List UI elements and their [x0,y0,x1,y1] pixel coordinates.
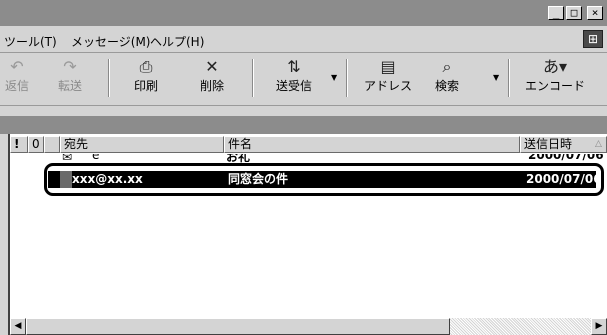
delete-button[interactable]: ✕ 削除 [190,53,234,103]
minimize-button[interactable]: _ [548,6,564,20]
sort-ascending-icon: △ [595,139,602,149]
column-flag[interactable] [44,136,60,153]
column-attachment[interactable]: 0 [28,136,44,153]
delete-label: 削除 [199,79,224,93]
send-receive-icon: ⇅ [287,57,301,76]
address-book-icon: ▤ [380,57,396,76]
column-subject[interactable]: 件名 [224,136,520,153]
address-book-button[interactable]: ▤ アドレス [360,53,416,103]
find-icon: ⌕ [442,57,452,76]
menu-message[interactable]: メッセージ(M) [71,33,150,50]
column-sent-date[interactable]: 送信日時 [520,136,607,153]
address-book-label: アドレス [363,79,412,93]
encoding-button[interactable]: あ▾ エンコード [520,53,590,103]
toolbar-separator [252,59,254,97]
send-receive-button[interactable]: ⇅ 送受信 [268,53,320,103]
reply-all-label: 返信 [4,79,29,93]
send-receive-dropdown-icon[interactable]: ▼ [331,73,337,82]
windows-logo-icon: ⊞ [583,30,603,48]
scrollbar-thumb[interactable] [26,318,450,335]
forward-icon: ↷ [63,57,77,76]
mail-icon: ✉ [62,154,73,163]
highlight-callout [44,163,604,196]
delete-icon: ✕ [205,57,219,76]
send-receive-label: 送受信 [275,79,312,93]
list-item-subject: お礼 [226,154,251,163]
menu-tools[interactable]: ツール(T) [4,33,57,50]
list-item-date: 2000/07/06 [528,154,604,162]
encoding-icon: あ▾ [542,57,568,76]
menu-help[interactable]: ヘルプ(H) [150,33,204,50]
encoding-label: エンコード [524,79,585,93]
forward-label: 転送 [57,79,82,93]
close-button[interactable]: × [587,6,603,20]
column-priority[interactable]: ! [10,136,28,153]
forward-button[interactable]: ↷ 転送 [50,53,90,103]
print-label: 印刷 [133,79,158,93]
toolbar-separator [508,59,510,97]
toolbar-gap [0,106,607,116]
maximize-button[interactable]: □ [566,6,582,20]
printer-icon: ⎙ [139,57,153,76]
list-item-to: e [92,154,100,162]
find-label: 検索 [434,79,459,93]
scroll-left-button[interactable]: ◀ [10,318,26,335]
column-to[interactable]: 宛先 [60,136,224,153]
toolbar-separator [108,59,110,97]
print-button[interactable]: ⎙ 印刷 [124,53,168,103]
scroll-right-button[interactable]: ▶ [591,318,607,335]
title-bar[interactable] [0,0,607,26]
reply-all-button[interactable]: ↶ 返信 [0,53,34,103]
find-dropdown-icon[interactable]: ▼ [493,73,499,82]
folder-bar [0,116,607,134]
toolbar-separator [346,59,348,97]
list-item[interactable]: ✉ e お礼 2000/07/06 [50,154,607,163]
reply-all-icon: ↶ [10,57,24,76]
find-button[interactable]: ⌕ 検索 [424,53,470,103]
